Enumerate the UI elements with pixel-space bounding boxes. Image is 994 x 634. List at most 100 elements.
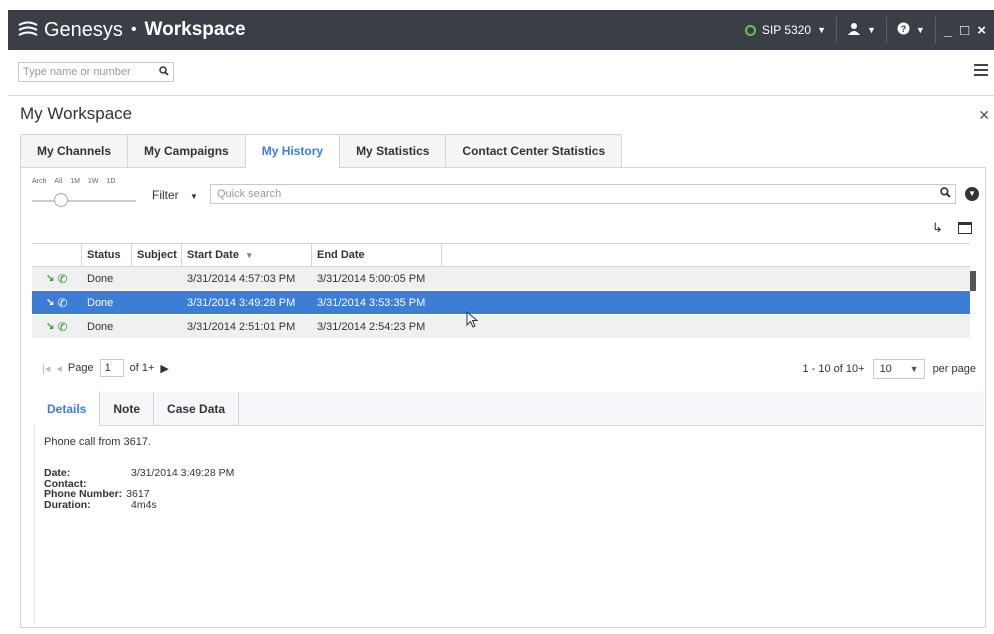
range-label: 1W [87, 178, 99, 185]
tab-my-campaigns[interactable]: My Campaigns [127, 134, 245, 168]
inbound-arrow-icon: ↘ [46, 273, 55, 284]
per-page-label: per page [932, 363, 976, 375]
tab-case-data[interactable]: Case Data [154, 392, 240, 426]
sort-desc-icon: ▾ [246, 249, 252, 260]
filter-dropdown[interactable]: Filter ▼ [152, 188, 198, 202]
agent-icon [847, 22, 861, 39]
field-value: 3617 [126, 488, 150, 500]
inbound-arrow-icon: ↘ [46, 297, 55, 308]
table-row[interactable]: ↘ ✆ Done 3/31/2014 2:51:01 PM 3/31/2014 … [32, 315, 970, 339]
end-date-cell: 3/31/2014 3:53:35 PM [317, 296, 426, 309]
column-header-start-date[interactable]: Start Date ▾ [182, 244, 312, 266]
workspace-tabs: My Channels My Campaigns My History My S… [20, 134, 986, 168]
close-icon[interactable]: × [977, 22, 986, 39]
field-value: 3/31/2014 3:49:28 PM [131, 467, 235, 479]
chevron-down-icon: ▼ [866, 25, 876, 35]
details-body [34, 426, 984, 622]
pop-out-icon[interactable]: ↳ [932, 220, 943, 236]
interaction-type-cell: ↘ ✆ [32, 320, 82, 334]
interaction-type-cell: ↘ ✆ [32, 296, 82, 310]
brand: Genesys • Workspace [18, 19, 246, 42]
interaction-type-cell: ↘ ✆ [32, 272, 82, 286]
next-page-icon[interactable]: ▶ [160, 362, 168, 375]
svg-text:?: ? [901, 24, 907, 34]
tab-note[interactable]: Note [100, 392, 155, 426]
per-page-select[interactable]: 10 ▼ [872, 359, 925, 379]
chevron-down-icon: ▼ [909, 364, 919, 374]
quick-search-input[interactable]: Quick search [210, 184, 956, 204]
page-size: 1 - 10 of 10+ 10 ▼ per page [802, 359, 976, 379]
status-cell: Done [87, 320, 114, 333]
brand-name: Genesys [44, 18, 123, 41]
mouse-cursor-icon [466, 310, 480, 332]
field-label: Date: [44, 467, 71, 479]
tab-my-statistics[interactable]: My Statistics [339, 134, 446, 168]
tab-details[interactable]: Details [34, 392, 101, 426]
start-date-cell: 3/31/2014 3:49:28 PM [187, 296, 296, 309]
tab-my-history[interactable]: My History [244, 134, 340, 168]
chevron-down-icon: ▼ [190, 192, 198, 201]
genesys-logo-icon [18, 21, 38, 39]
previous-page-icon[interactable]: ◂ [56, 362, 62, 375]
page-count: of 1+ [129, 362, 155, 374]
field-value: 4m4s [131, 498, 157, 511]
column-header-end-date[interactable]: End Date [312, 244, 442, 266]
range-label: Arch [32, 178, 47, 185]
column-header-status[interactable]: Status [82, 244, 132, 266]
range-label: 1M [70, 178, 80, 185]
status-label: SIP 5320 [761, 23, 812, 37]
start-date-cell: 3/31/2014 2:51:01 PM [187, 320, 296, 333]
phone-icon: ✆ [57, 295, 68, 310]
time-range-slider[interactable]: Arch All 1M 1W 1D [32, 178, 142, 212]
close-icon[interactable]: ✕ [978, 107, 990, 124]
search-options-icon[interactable]: ▼ [965, 187, 979, 201]
table-header: Status Subject Start Date ▾ End Date [32, 243, 970, 267]
field-label: Duration: [44, 498, 91, 511]
range-label: 1D [106, 178, 116, 185]
phone-icon: ✆ [57, 271, 68, 286]
range-text: 1 - 10 of 10+ [802, 363, 865, 375]
product-name: Workspace [144, 19, 246, 40]
help-menu[interactable]: ? ▼ [887, 10, 935, 50]
column-header-label: Start Date [187, 249, 239, 261]
per-page-value: 10 [879, 363, 892, 375]
scrollbar-thumb[interactable] [970, 271, 976, 291]
tab-my-channels[interactable]: My Channels [20, 134, 128, 168]
team-communicator-search[interactable]: Type name or number [18, 62, 174, 82]
slider-track [32, 200, 136, 202]
quick-search-placeholder: Quick search [217, 188, 282, 200]
search-bar: Type name or number [8, 50, 994, 96]
field-row: Date: 3/31/2014 3:49:28 PM [44, 468, 234, 479]
search-placeholder: Type name or number [23, 66, 131, 78]
table-row[interactable]: ↘ ✆ Done 3/31/2014 4:57:03 PM 3/31/2014 … [32, 267, 970, 291]
search-icon[interactable] [159, 65, 169, 79]
status-cell: Done [87, 272, 114, 285]
chevron-down-icon: ▼ [817, 25, 826, 35]
status-menu[interactable]: SIP 5320 ▼ [735, 10, 836, 50]
column-header-subject[interactable]: Subject [132, 244, 182, 266]
tab-contact-center-statistics[interactable]: Contact Center Statistics [445, 134, 623, 168]
phone-icon: ✆ [57, 319, 68, 334]
table-row-selected[interactable]: ↘ ✆ Done 3/31/2014 3:49:28 PM 3/31/2014 … [32, 291, 970, 315]
filter-label: Filter [152, 188, 179, 202]
page-number-input[interactable]: 1 [99, 359, 124, 377]
details-fields: Date: 3/31/2014 3:49:28 PM Contact: Phon… [44, 468, 234, 510]
pagination: |◂ ◂ Page 1 of 1+ ▶ [42, 359, 169, 377]
start-date-cell: 3/31/2014 4:57:03 PM [187, 272, 296, 285]
help-icon: ? [897, 22, 910, 38]
maximize-icon[interactable]: □ [960, 22, 969, 39]
slider-handle[interactable] [54, 193, 68, 207]
field-row: Phone Number: 3617 [44, 489, 234, 500]
main-menu-icon[interactable] [974, 64, 988, 79]
agent-menu[interactable]: ▼ [837, 10, 886, 50]
minimize-icon[interactable]: _ [944, 22, 952, 39]
open-window-icon[interactable] [958, 222, 972, 234]
column-header-type [32, 244, 82, 266]
search-icon[interactable] [940, 187, 951, 201]
page-title: My Workspace [20, 104, 133, 123]
details-summary: Phone call from 3617. [44, 436, 152, 448]
title-bar: Genesys • Workspace SIP 5320 ▼ ▼ ? ▼ _ □… [8, 10, 994, 50]
column-header-spacer [442, 244, 970, 266]
first-page-icon[interactable]: |◂ [42, 362, 50, 375]
field-label: Phone Number: [44, 488, 123, 500]
